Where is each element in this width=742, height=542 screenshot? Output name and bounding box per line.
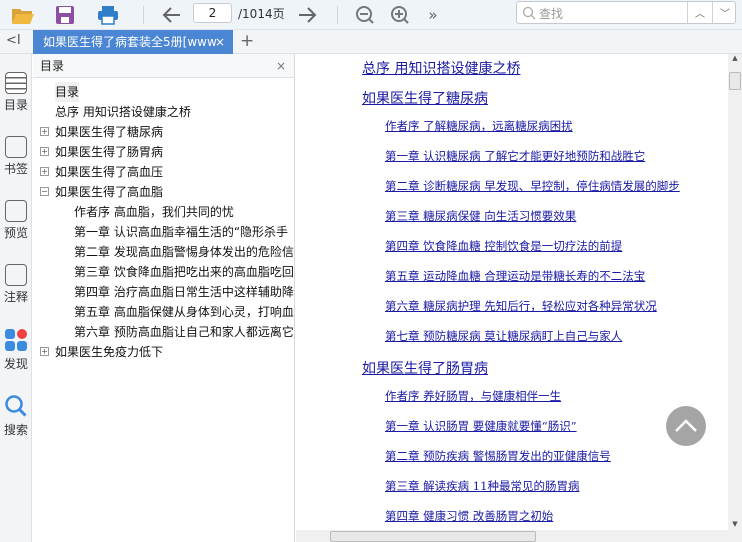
outline-item-label: 第五章 高血脂保健从身体到心灵，打响血 [74,305,294,319]
outline-item-label: 总序 用知识搭设健康之桥 [55,105,191,119]
outline-item-label: 作者序 高血脂，我们共同的忧 [74,205,234,219]
outline-item[interactable]: 第五章 高血脂保健从身体到心灵，打响血 [74,302,294,322]
open-folder-icon[interactable] [10,3,36,27]
outline-item[interactable]: 如果医生免疫力低下 [55,342,163,362]
tab-document[interactable]: 如果医生得了病套装全5册[www × [33,30,233,54]
back-to-top-button[interactable] [666,406,706,446]
rail-item-bookmarks[interactable]: 书签 [0,136,32,177]
outline-item[interactable]: 目录 [55,82,80,102]
outline-item[interactable]: 第六章 预防高血脂让自己和家人都远离它 [74,322,294,342]
expand-icon[interactable]: + [40,147,49,156]
list-icon [5,72,27,94]
note-icon [5,264,27,286]
rail-label: 预览 [3,226,28,240]
pages-icon [5,200,27,222]
toc-link[interactable]: 第六章 糖尿病护理 先知后行，轻松应对各种异常状况 [385,298,657,314]
outline-item[interactable]: 如果医生得了高血压 [55,162,163,182]
toc-link[interactable]: 第三章 糖尿病保健 向生活习惯要效果 [385,208,576,224]
search-icon [522,6,536,20]
outline-item-label: 如果医生得了糖尿病 [55,125,164,139]
zoom-in-icon[interactable] [389,3,411,27]
toc-link[interactable]: 第四章 饮食降血糖 控制饮食是一切疗法的前提 [385,238,622,254]
toc-link[interactable]: 第二章 诊断糖尿病 早发现、早控制，停住病情发展的脚步 [385,178,680,194]
search-icon [5,395,27,417]
page-number-input[interactable]: 2 [193,3,232,23]
expand-icon[interactable]: + [40,347,49,356]
horizontal-scrollbar[interactable] [296,530,742,542]
rail-label: 发现 [3,357,28,371]
rail-label: 目录 [3,98,28,112]
collapse-sidebar-button[interactable]: <I [6,33,21,48]
tab-label: 如果医生得了病套装全5册[www [43,35,217,49]
toc-link[interactable]: 作者序 了解糖尿病，远离糖尿病困扰 [385,118,573,134]
outline-item[interactable]: 作者序 高血脂，我们共同的忧 [74,202,234,222]
outline-item-label: 目录 [55,85,80,99]
rail-label: 注释 [3,290,28,304]
outline-item-label: 第四章 治疗高血脂日常生活中这样辅助降 [74,285,294,299]
close-tab-icon[interactable]: × [215,30,225,54]
outline-item[interactable]: 如果医生得了糖尿病 [55,122,163,142]
toolbar: 2 /1014页 » 查找 ︿ ﹀ [0,0,742,30]
tab-bar: <I 如果医生得了病套装全5册[www × + [0,30,742,54]
outline-item[interactable]: 第一章 认识高血脂幸福生活的“隐形杀手 [74,222,288,242]
outline-item[interactable]: 如果医生得了肠胃病 [55,142,163,162]
toc-link[interactable]: 第七章 预防糖尿病 莫让糖尿病盯上自己与家人 [385,328,622,344]
previous-page-icon[interactable] [160,3,184,27]
outline-item-label: 如果医生得了高血压 [55,165,164,179]
outline-panel: 目录 × 目录总序 用知识搭设健康之桥 如果医生得了糖尿病 + 如果医生得了肠胃病 + 如果… [33,54,295,542]
rail-label: 搜索 [3,423,28,437]
search-next-button[interactable]: ﹀ [712,2,737,23]
next-page-icon[interactable] [295,3,319,27]
toc-link[interactable]: 第一章 认识糖尿病 了解它才能更好地预防和战胜它 [385,148,645,164]
toc-link[interactable]: 第二章 预防疾病 警惕肠胃发出的亚健康信号 [385,448,611,464]
add-tab-button[interactable]: + [240,31,254,51]
chevron-up-icon [675,419,697,432]
rail-item-preview[interactable]: 预览 [0,200,32,241]
outline-item-label: 如果医生得了高血脂 [55,185,164,199]
rail-label: 书签 [3,162,28,176]
print-icon[interactable] [95,3,121,27]
expand-icon[interactable]: + [40,127,49,136]
more-tools-button[interactable]: » [424,3,442,27]
document-view: 总序 用知识搭设健康之桥 如果医生得了糖尿病 作者序 了解糖尿病，远离糖尿病困扰 第一… [296,54,728,530]
toc-link[interactable]: 第一章 认识肠胃 要健康就要懂“肠识” [385,418,577,434]
outline-item-label: 如果医生免疫力低下 [55,345,164,359]
toc-link[interactable]: 总序 用知识搭设健康之桥 [362,58,520,78]
collapse-icon[interactable]: − [40,187,49,196]
page-total: /1014页 [238,7,285,21]
search-previous-button[interactable]: ︿ [687,2,712,23]
outline-item[interactable]: 如果医生得了高血脂 [55,182,163,202]
rail-item-toc[interactable]: 目录 [0,72,32,113]
save-icon[interactable] [53,3,77,27]
outline-item-label: 第六章 预防高血脂让自己和家人都远离它 [74,325,294,339]
close-outline-icon[interactable]: × [276,54,286,78]
outline-item-label: 第二章 发现高血脂警惕身体发出的危险信 [74,245,294,259]
apps-icon [5,329,27,351]
outline-item[interactable]: 第四章 治疗高血脂日常生活中这样辅助降 [74,282,294,302]
toc-link[interactable]: 第三章 解读疾病 11种最常见的肠胃病 [385,478,579,494]
rail-item-search[interactable]: 搜索 [0,394,32,438]
toc-link[interactable]: 作者序 养好肠胃，与健康相伴一生 [385,388,561,404]
outline-item-label: 第一章 认识高血脂幸福生活的“隐形杀手 [74,225,289,239]
bookmark-icon [5,136,27,158]
outline-item-label: 如果医生得了肠胃病 [55,145,164,159]
rail-item-discover[interactable]: 发现 [0,328,32,372]
sidebar-rail: 目录 书签 预览 注释 发现 搜索 [0,54,32,542]
search-input[interactable]: 查找 [539,5,563,22]
toc-link[interactable]: 第四章 健康习惯 改善肠胃之初始 [385,508,553,524]
outline-item[interactable]: 总序 用知识搭设健康之桥 [55,102,191,122]
toc-link[interactable]: 如果医生得了肠胃病 [362,358,488,378]
expand-icon[interactable]: + [40,167,49,176]
outline-item[interactable]: 第二章 发现高血脂警惕身体发出的危险信 [74,242,294,262]
search-box[interactable]: 查找 ︿ ﹀ [516,1,736,24]
zoom-out-icon[interactable] [354,3,376,27]
outline-title: 目录 [40,59,65,73]
outline-item[interactable]: 第三章 饮食降血脂把吃出来的高血脂吃回 [74,262,294,282]
toc-link[interactable]: 如果医生得了糖尿病 [362,88,488,108]
rail-item-annotations[interactable]: 注释 [0,264,32,305]
toc-link[interactable]: 第五章 运动降血糖 合理运动是带糖长寿的不二法宝 [385,268,645,284]
vertical-scrollbar[interactable]: ▲ ▼ [728,54,742,530]
outline-item-label: 第三章 饮食降血脂把吃出来的高血脂吃回 [74,265,294,279]
